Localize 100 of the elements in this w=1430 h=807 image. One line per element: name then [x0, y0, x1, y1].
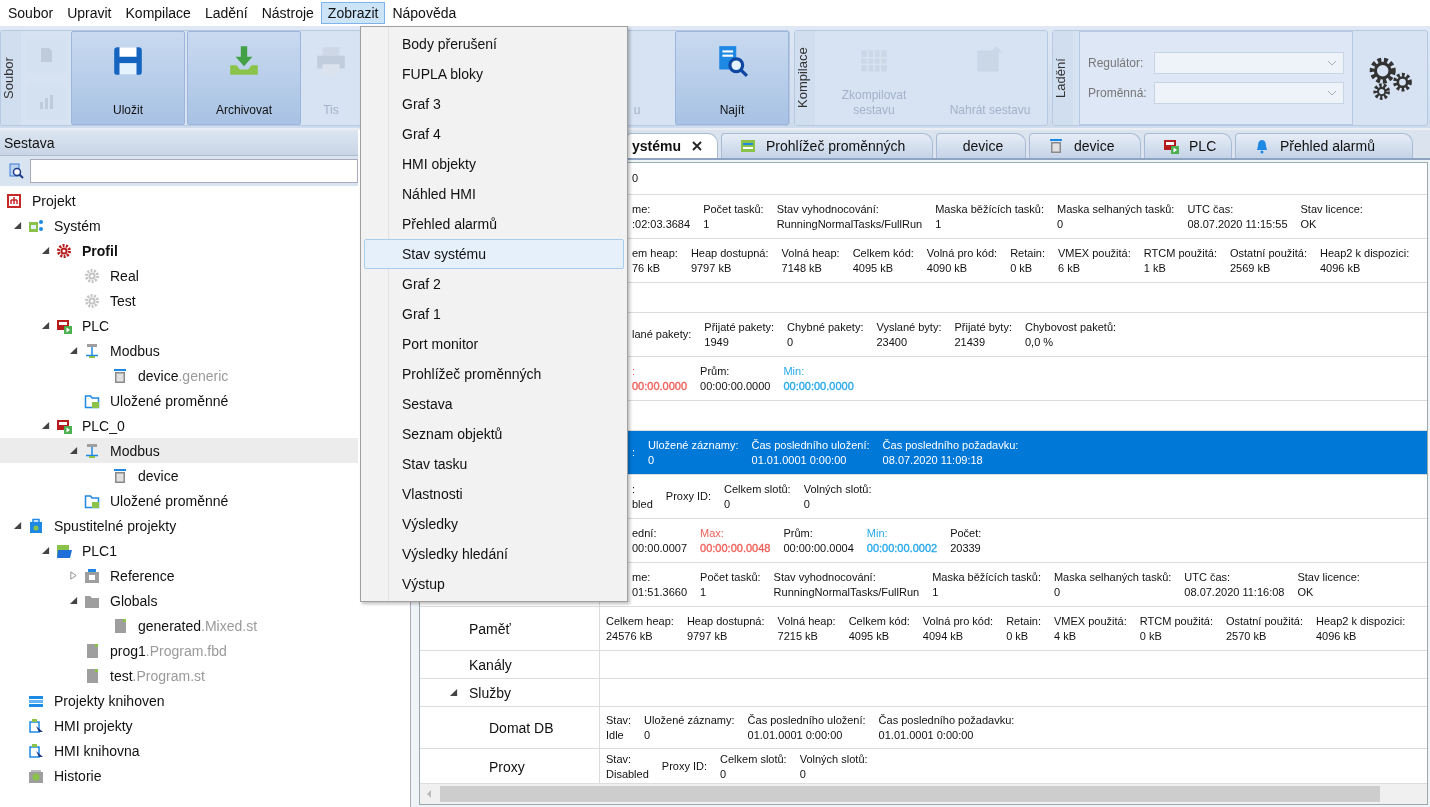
tree-item[interactable]: prog1.Program.fbd — [0, 638, 358, 663]
menu-item[interactable]: Náhled HMI — [364, 179, 624, 209]
menu-item[interactable]: Prohlížeč proměnných — [364, 359, 624, 389]
field-label: Chybovost paketů: — [1024, 319, 1117, 335]
menu-item[interactable]: Výsledky — [364, 509, 624, 539]
tree-item[interactable]: Real — [0, 263, 358, 288]
close-icon[interactable] — [691, 140, 704, 152]
expanded-icon[interactable] — [69, 446, 78, 455]
tree-item[interactable]: Uložené proměnné — [0, 388, 358, 413]
menu-item[interactable]: Graf 1 — [364, 299, 624, 329]
expanded-icon[interactable] — [13, 221, 22, 230]
table-row[interactable]: me: :02:03.3684 Počet tasků: 1 Stav vyhodnocování: RunningNormalTasks/FullRun Maska běžících tasků: 1 Maska selhaných tasků: 0 UTC čas: 08.07.2020 11:15:55 Stav licence: OK — [628, 195, 1427, 238]
menu-item[interactable]: Kompilace — [118, 2, 198, 24]
ribbon-button[interactable]: Uložit — [71, 31, 185, 125]
menu-item[interactable]: Zobrazit — [320, 2, 386, 24]
gear-icon — [56, 242, 72, 259]
menu-item[interactable]: Nápověda — [385, 2, 464, 24]
tree-item[interactable]: Test — [0, 288, 358, 313]
expanded-icon[interactable] — [41, 421, 50, 430]
collapsed-icon[interactable] — [69, 571, 78, 580]
menu-item[interactable]: Sestava — [364, 389, 624, 419]
tree-item[interactable]: device.generic — [0, 363, 358, 388]
expanded-icon[interactable] — [449, 688, 458, 697]
menu-item[interactable]: Stav systému — [364, 239, 624, 269]
tab[interactable]: Prohlížeč proměnných — [721, 133, 934, 158]
field-label: Retain: — [1006, 613, 1041, 629]
tree-item[interactable]: PLC — [0, 313, 358, 338]
table-row[interactable]: Domat DB Stav: Idle Uložené záznamy: 0 Čas posledního uložení: 01.01.0001 0:00:00 Čas posledního požadavku: 01.01.0001 0:00:00 — [420, 707, 1427, 749]
expanded-icon[interactable] — [41, 546, 50, 555]
tree-item[interactable]: Projekty knihoven — [0, 688, 358, 713]
horizontal-scrollbar[interactable] — [420, 783, 1427, 804]
menu-item[interactable]: Výsledky hledání — [364, 539, 624, 569]
tree-item[interactable]: Spustitelné projekty — [0, 513, 358, 538]
table-row[interactable]: lané pakety: Přijaté pakety: 1949 Chybné pakety: 0 Vyslané byty: 23400 Přijaté byty: 21439 Chybovost paketů: 0,0 % — [628, 313, 1427, 356]
table-row[interactable]: : 00:00.0000 Prům: 00:00:00.0000 Min: 00:00:00.0000 — [628, 357, 1427, 400]
tree-item[interactable]: HMI knihovna — [0, 738, 358, 763]
ribbon-button[interactable]: Archivovat — [187, 31, 301, 125]
table-row[interactable]: : Uložené záznamy: 0 Čas posledního uložení: 01.01.0001 0:00:00 Čas posledního požadavku: 08.07.2020 11:09:18 — [628, 431, 1427, 474]
menu-item[interactable]: Přehled alarmů — [364, 209, 624, 239]
tree-item[interactable]: Modbus — [0, 338, 358, 363]
table-row[interactable]: Služby — [420, 679, 1427, 707]
field-value: 0 kB — [1006, 628, 1030, 644]
table-row[interactable]: ední: 00:00.0007 Max: 00:00:00.0048 Prům: 00:00:00.0004 Min: 00:00:00.0002 Počet: 20339 — [628, 519, 1427, 562]
menu-item[interactable]: Upravit — [60, 2, 119, 24]
field-value: Idle — [606, 727, 625, 743]
tree-item[interactable]: Profil — [0, 238, 358, 263]
tree-item[interactable]: device — [0, 463, 358, 488]
search-icon[interactable] — [8, 163, 24, 179]
field-label: VMEX použitá: — [1054, 613, 1127, 629]
field-label: Maska běžících tasků: — [935, 201, 1044, 217]
table-row[interactable]: : bled Proxy ID: Celkem slotů: 0 Volných slotů: 0 — [628, 475, 1427, 518]
menu-item[interactable]: Soubor — [1, 2, 61, 24]
expanded-icon[interactable] — [69, 346, 78, 355]
field-label: Stav vyhodnocování: — [773, 569, 877, 585]
tab-label: device — [962, 138, 1004, 154]
field-value: 9797 kB — [686, 628, 729, 644]
expanded-icon[interactable] — [13, 521, 22, 530]
table-row[interactable]: me: 01:51.3660 Počet tasků: 1 Stav vyhodnocování: RunningNormalTasks/FullRun Maska běžících tasků: 1 Maska selhaných tasků: 0 UTC čas: 08.07.2020 11:16:08 Stav licence: OK — [628, 563, 1427, 606]
table-row[interactable] — [420, 607, 1427, 651]
table-row[interactable]: 0 — [628, 163, 1427, 194]
tree-item[interactable]: Reference — [0, 563, 358, 588]
field-label: 0 — [632, 171, 639, 186]
menu-item[interactable]: Seznam objektů — [364, 419, 624, 449]
menu-item[interactable]: Port monitor — [364, 329, 624, 359]
field-label: Stav licence: — [1300, 201, 1363, 217]
field-value: 1 — [703, 216, 711, 232]
field-value: RunningNormalTasks/FullRun — [776, 216, 923, 232]
expanded-icon[interactable] — [69, 596, 78, 605]
menu-item[interactable]: Nástroje — [254, 2, 321, 24]
field-value: 01.01.0001 0:00:00 — [751, 452, 848, 468]
tab[interactable]: ystému — [627, 133, 719, 158]
tab[interactable]: Přehled alarmů — [1235, 133, 1414, 158]
tree-label: Test — [110, 292, 136, 309]
menu-item[interactable]: Výstup — [364, 569, 624, 599]
tree-item[interactable]: PLC_0 — [0, 413, 358, 438]
expanded-icon[interactable] — [41, 246, 50, 255]
tree-item[interactable]: generated.Mixed.st — [0, 613, 358, 638]
tree-item[interactable]: Projekt — [0, 188, 358, 213]
tree-item[interactable]: Historie — [0, 763, 358, 788]
tree-item[interactable]: HMI projekty — [0, 713, 358, 738]
menu-item[interactable]: Ladění — [197, 2, 255, 24]
menu-item[interactable]: Stav tasku — [364, 449, 624, 479]
ribbon-button[interactable]: Najít — [675, 31, 789, 125]
tab-label: device — [1074, 138, 1115, 154]
table-row[interactable]: Kanály — [420, 651, 1427, 679]
menu-item[interactable]: HMI objekty — [364, 149, 624, 179]
tree-label: PLC_0 — [82, 417, 125, 434]
tree-item[interactable]: Systém — [0, 213, 358, 238]
tree-item[interactable]: test.Program.st — [0, 663, 358, 688]
tab[interactable]: device — [936, 133, 1027, 158]
menu-item[interactable]: Vlastnosti — [364, 479, 624, 509]
tab[interactable]: device — [1029, 133, 1142, 158]
tree-item[interactable]: Uložené proměnné — [0, 488, 358, 513]
search-field[interactable] — [30, 159, 358, 183]
tree-item[interactable]: PLC1 — [0, 538, 358, 563]
tree-item[interactable]: Modbus — [0, 438, 358, 463]
tree-item[interactable]: Globals — [0, 588, 358, 613]
menu-item[interactable]: Graf 2 — [364, 269, 624, 299]
expanded-icon[interactable] — [41, 321, 50, 330]
tab[interactable]: PLC — [1144, 133, 1233, 158]
